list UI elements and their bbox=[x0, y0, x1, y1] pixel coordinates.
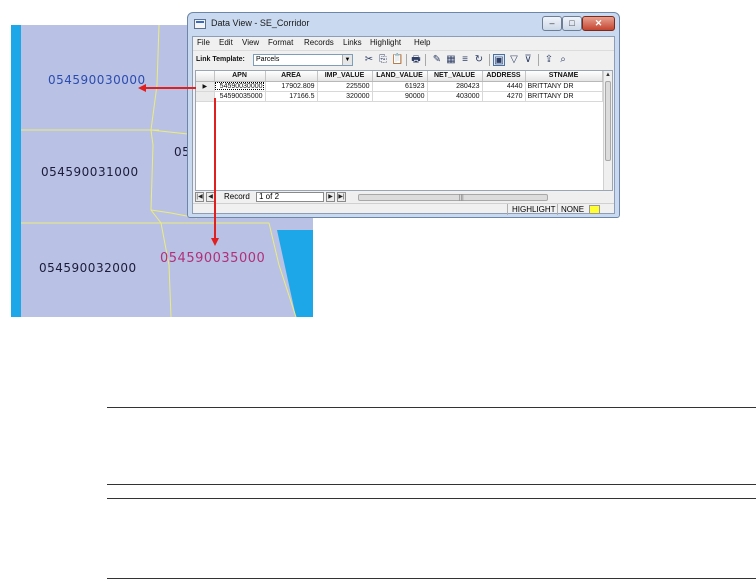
horizontal-rule bbox=[107, 498, 756, 499]
callout-arrows bbox=[138, 84, 219, 246]
horizontal-rule bbox=[107, 484, 756, 485]
horizontal-rule bbox=[107, 407, 756, 408]
